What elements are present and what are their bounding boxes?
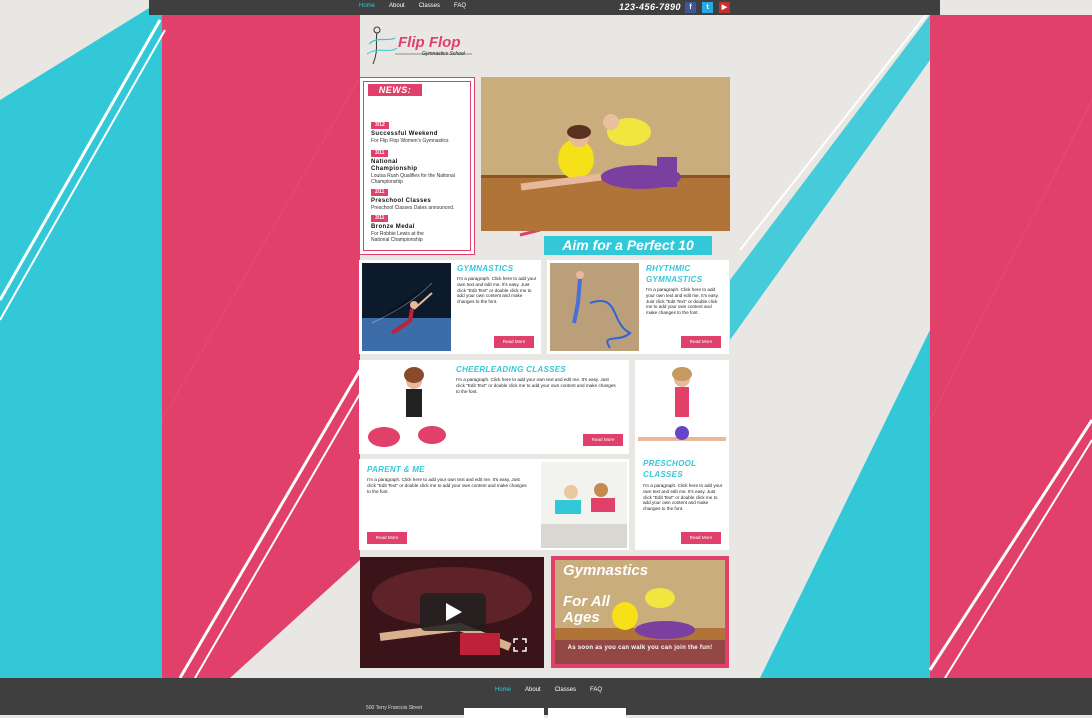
news-item[interactable]: 3/11 National Championship Louisa Rush Q…	[371, 141, 467, 185]
news-title: Preschool Classes	[371, 198, 432, 204]
footer-nav: Home About Classes FAQ	[495, 687, 602, 693]
banner-tagline: Aim for a Perfect 10	[544, 236, 712, 255]
nav-home[interactable]: Home	[359, 3, 375, 9]
logo-subtitle: Gymnastics School	[422, 51, 465, 57]
news-item[interactable]: 3/11 Bronze Medal For Robbie Lewis at th…	[371, 206, 467, 243]
news-title: Bronze Medal	[371, 224, 415, 230]
gymnastics-photo	[362, 263, 451, 351]
read-more-button[interactable]: Read More	[494, 336, 534, 348]
promo-subheading: For All Ages	[563, 593, 610, 626]
hero-photo	[481, 77, 730, 231]
read-more-button[interactable]: Read More	[681, 336, 721, 348]
news-title: National Championship	[371, 159, 418, 172]
card-title: GYMNASTICS	[457, 264, 514, 273]
promo-heading: Gymnastics	[563, 562, 649, 579]
footer	[0, 678, 1092, 715]
cheerleading-photo	[362, 363, 454, 451]
nav-classes[interactable]: Classes	[419, 3, 440, 9]
footer-nav-home[interactable]: Home	[495, 687, 511, 693]
footer-nav-classes[interactable]: Classes	[555, 687, 576, 693]
card-text: I'm a paragraph. Click here to add your …	[643, 483, 723, 512]
parent-photo	[541, 462, 627, 548]
footer-nav-about[interactable]: About	[525, 687, 541, 693]
play-button[interactable]	[420, 593, 486, 631]
card-text: I'm a paragraph. Click here to add your …	[456, 377, 616, 394]
card-title: PRESCHOOL CLASSES	[643, 459, 697, 479]
nav-faq[interactable]: FAQ	[454, 3, 466, 9]
fullscreen-icon[interactable]	[513, 638, 527, 652]
facebook-icon[interactable]: f	[685, 2, 696, 13]
news-panel: NEWS: 3/12 Successful Weekend For Flip F…	[359, 77, 475, 255]
youtube-icon[interactable]: ▶	[719, 2, 730, 13]
hero-image	[481, 77, 730, 231]
card-title: PARENT & ME	[367, 465, 425, 474]
phone-number: 123-456-7890	[619, 2, 682, 12]
news-date: 3/11	[371, 215, 389, 222]
twitter-icon[interactable]: t	[702, 2, 713, 13]
card-rhythmic: RHYTHMIC GYMNASTICS I'm a paragraph. Cli…	[547, 260, 729, 354]
news-date: 3/12	[371, 122, 389, 129]
card-text: I'm a paragraph. Click here to add your …	[367, 477, 527, 494]
play-icon	[446, 603, 462, 621]
footer-nav-faq[interactable]: FAQ	[590, 687, 602, 693]
footer-input-name[interactable]	[464, 708, 544, 718]
card-gymnastics: GYMNASTICS I'm a paragraph. Click here t…	[359, 260, 541, 354]
card-preschool: PRESCHOOL CLASSES I'm a paragraph. Click…	[635, 360, 729, 550]
news-text: For Robbie Lewis at the National Champio…	[371, 231, 424, 243]
top-bar: Home About Classes FAQ 123-456-7890 f t …	[149, 0, 940, 15]
top-nav: Home About Classes FAQ	[359, 3, 466, 9]
news-title: Successful Weekend	[371, 131, 438, 137]
rhythmic-photo	[550, 263, 639, 351]
preschool-photo	[638, 363, 726, 451]
card-title: CHEERLEADING CLASSES	[456, 365, 567, 374]
news-heading: NEWS:	[368, 84, 422, 96]
news-date: 2/11	[371, 189, 389, 196]
card-text: I'm a paragraph. Click here to add your …	[457, 276, 537, 305]
card-parent-and-me: PARENT & ME I'm a paragraph. Click here …	[359, 459, 629, 550]
news-date: 3/11	[371, 150, 389, 157]
nav-about[interactable]: About	[389, 3, 405, 9]
card-cheerleading: CHEERLEADING CLASSES I'm a paragraph. Cl…	[359, 360, 629, 454]
card-text: I'm a paragraph. Click here to add your …	[646, 287, 719, 316]
read-more-button[interactable]: Read More	[367, 532, 407, 544]
footer-address: 500 Terry Francois Street	[366, 705, 423, 711]
read-more-button[interactable]: Read More	[583, 434, 623, 446]
promo-caption: As soon as you can walk you can join the…	[567, 645, 713, 651]
card-title: RHYTHMIC GYMNASTICS	[646, 264, 703, 284]
news-item[interactable]: 3/12 Successful Weekend For Flip Flop Wo…	[371, 113, 467, 144]
footer-input-email[interactable]	[548, 708, 626, 718]
logo-title[interactable]: Flip Flop	[398, 34, 460, 51]
read-more-button[interactable]: Read More	[681, 532, 721, 544]
